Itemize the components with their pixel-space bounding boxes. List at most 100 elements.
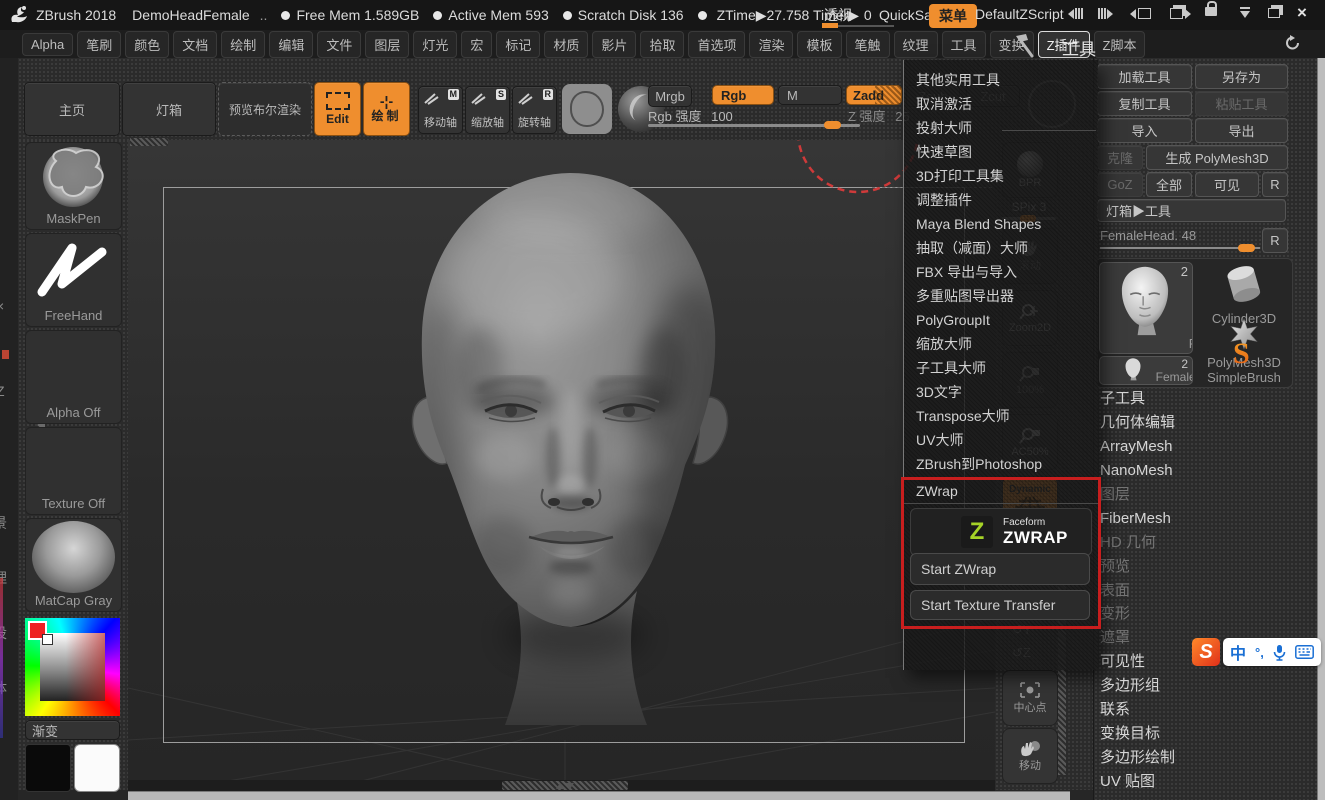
section-geometry[interactable]: 几何体编辑 — [1100, 411, 1290, 435]
current-brush-tile[interactable]: MaskPen — [25, 142, 122, 230]
zplugin-item-quicksketch[interactable]: 快速草图 — [904, 140, 1098, 164]
active-subtool-tile[interactable]: 2 FemaleHead — [1099, 262, 1193, 354]
zplugin-item-3d-print-hub[interactable]: 3D打印工具集 — [904, 164, 1098, 188]
menu-preferences[interactable]: 首选项 — [688, 31, 745, 58]
shelf-drag-handle[interactable] — [130, 138, 168, 146]
section-morph-target[interactable]: 变换目标 — [1100, 722, 1290, 746]
zplugin-item-scale-master[interactable]: 缩放大师 — [904, 332, 1098, 356]
secondary-color-swatch[interactable] — [74, 744, 120, 792]
move-canvas-button[interactable]: 移动 — [1002, 728, 1058, 784]
menu-edit[interactable]: 编辑 — [269, 31, 313, 58]
palette-reset-icon[interactable] — [1284, 34, 1302, 52]
canvas-hscrollbar[interactable] — [128, 780, 995, 791]
current-material-tile[interactable]: MatCap Gray — [25, 518, 122, 612]
section-subtool[interactable]: 子工具 — [1100, 387, 1290, 411]
home-button[interactable]: 主页 — [24, 82, 120, 136]
menu-material[interactable]: 材质 — [544, 31, 588, 58]
menu-tool[interactable]: 工具 — [942, 31, 986, 58]
menu-toggle-button[interactable]: 菜单 — [929, 4, 977, 28]
recent-head-tile[interactable]: 2 FemaleHead — [1099, 356, 1193, 385]
menu-light[interactable]: 灯光 — [413, 31, 457, 58]
import-button[interactable]: 导入 — [1097, 118, 1192, 143]
zplugin-item-polygroupit[interactable]: PolyGroupIt — [904, 308, 1098, 332]
window-right-scrollbar[interactable] — [1317, 58, 1325, 800]
rgb-intensity-slider[interactable] — [648, 124, 860, 127]
section-polypaint[interactable]: 多边形绘制 — [1100, 746, 1290, 770]
zscript-rewind-icon[interactable] — [1068, 8, 1083, 19]
scale-gyro-button[interactable]: S 缩放轴 — [465, 86, 510, 134]
zplugin-item-projection-master[interactable]: 投射大师 — [904, 116, 1098, 140]
copy-tool-button[interactable]: 复制工具 — [1097, 91, 1192, 116]
menu-texture[interactable]: 纹理 — [894, 31, 938, 58]
section-fibermesh[interactable]: FiberMesh — [1100, 507, 1290, 531]
lightbox-button[interactable]: 灯箱 — [122, 82, 216, 136]
gradient-button[interactable]: 渐变 — [25, 720, 120, 740]
menu-stencil[interactable]: 模板 — [797, 31, 841, 58]
rotate-gyro-button[interactable]: R 旋转轴 — [512, 86, 557, 134]
rgb-button[interactable]: Rgb — [712, 85, 774, 105]
section-arraymesh[interactable]: ArrayMesh — [1100, 435, 1290, 459]
zplugin-item-subtool-master[interactable]: 子工具大师 — [904, 356, 1098, 380]
menu-marker[interactable]: 标记 — [496, 31, 540, 58]
preview-boolean-button[interactable]: 预览布尔渲染 — [218, 82, 312, 136]
menu-document[interactable]: 文档 — [173, 31, 217, 58]
section-uv-map[interactable]: UV 贴图 — [1100, 770, 1290, 794]
menu-stroke[interactable]: 笔触 — [846, 31, 890, 58]
ime-mic-icon[interactable] — [1273, 644, 1286, 661]
goz-r-button[interactable]: R — [1262, 172, 1288, 197]
m-button[interactable]: M — [778, 85, 842, 105]
ime-lang-toggle[interactable]: 中 — [1230, 640, 1246, 664]
active-tool-slider[interactable]: FemaleHead. 48 — [1100, 228, 1260, 249]
perspective-slider[interactable]: 透视 0 — [824, 5, 872, 25]
minimize-icon[interactable] — [1240, 7, 1250, 18]
frame-center-button[interactable]: 中心点 — [1002, 670, 1058, 726]
active-tool-knob[interactable] — [1238, 244, 1255, 252]
section-hd-geometry[interactable]: HD 几何 — [1100, 531, 1290, 555]
menu-color[interactable]: 颜色 — [125, 31, 169, 58]
zplugin-item-3d-text[interactable]: 3D文字 — [904, 380, 1098, 404]
zplugin-item-maya-blend-shapes[interactable]: Maya Blend Shapes — [904, 212, 1098, 236]
menu-zscript[interactable]: Z脚本 — [1094, 31, 1146, 58]
tool-item-simplebrush[interactable]: S SimpleBrush — [1200, 370, 1288, 386]
make-polymesh3d-button[interactable]: 生成 PolyMesh3D — [1146, 145, 1288, 170]
section-deformation[interactable]: 变形 — [1100, 602, 1290, 626]
menu-render[interactable]: 渲染 — [749, 31, 793, 58]
ime-punct-toggle[interactable]: °, — [1255, 645, 1264, 660]
load-tool-button[interactable]: 加载工具 — [1097, 64, 1192, 89]
zplugin-item-decimation-master[interactable]: 抽取（减面）大师 — [904, 236, 1098, 260]
lock-icon[interactable] — [1205, 7, 1217, 16]
ime-logo[interactable]: S — [1192, 638, 1220, 666]
zadd-button[interactable]: Zadd — [846, 85, 902, 105]
sculpt-head[interactable] — [385, 165, 755, 725]
close-icon[interactable]: × — [1297, 3, 1307, 23]
section-contact[interactable]: 联系 — [1100, 698, 1290, 722]
section-nanomesh[interactable]: NanoMesh — [1100, 459, 1290, 483]
current-tool-preview[interactable] — [562, 84, 612, 134]
zscript-name[interactable]: DefaultZScript — [975, 6, 1064, 22]
save-as-button[interactable]: 另存为 — [1195, 64, 1288, 89]
rgb-intensity-knob[interactable] — [824, 121, 841, 129]
menu-file[interactable]: 文件 — [317, 31, 361, 58]
draw-button[interactable]: -¦- 绘制 — [363, 82, 410, 136]
zplugin-item-zbrush-to-photoshop[interactable]: ZBrush到Photoshop — [904, 452, 1098, 476]
hscrollbar-handle[interactable] — [502, 781, 628, 790]
menu-brush[interactable]: 笔刷 — [77, 31, 121, 58]
zplugin-item-misc-utilities[interactable]: 其他实用工具 — [904, 68, 1098, 92]
current-stroke-tile[interactable]: FreeHand — [25, 233, 122, 327]
goz-all-button[interactable]: 全部 — [1146, 172, 1192, 197]
restore-icon[interactable] — [1268, 8, 1280, 18]
sculpt-canvas[interactable] — [128, 140, 995, 790]
zscript-forward-icon[interactable] — [1098, 8, 1113, 19]
export-button[interactable]: 导出 — [1195, 118, 1288, 143]
menu-alpha[interactable]: Alpha — [22, 33, 73, 56]
lightbox-tool-button[interactable]: 灯箱▶工具 — [1097, 199, 1286, 222]
zplugin-item-transpose-master[interactable]: Transpose大师 — [904, 404, 1098, 428]
tool-r-button[interactable]: R — [1262, 228, 1288, 253]
menu-draw[interactable]: 绘制 — [221, 31, 265, 58]
copy-prev-icon[interactable] — [1130, 8, 1151, 19]
zplugin-item-multimap-exporter[interactable]: 多重贴图导出器 — [904, 284, 1098, 308]
current-texture-tile[interactable]: Texture Off — [25, 427, 122, 515]
mrgb-button[interactable]: Mrgb — [648, 85, 692, 107]
section-layers[interactable]: 图层 — [1100, 483, 1290, 507]
menu-macro[interactable]: 宏 — [461, 31, 492, 58]
